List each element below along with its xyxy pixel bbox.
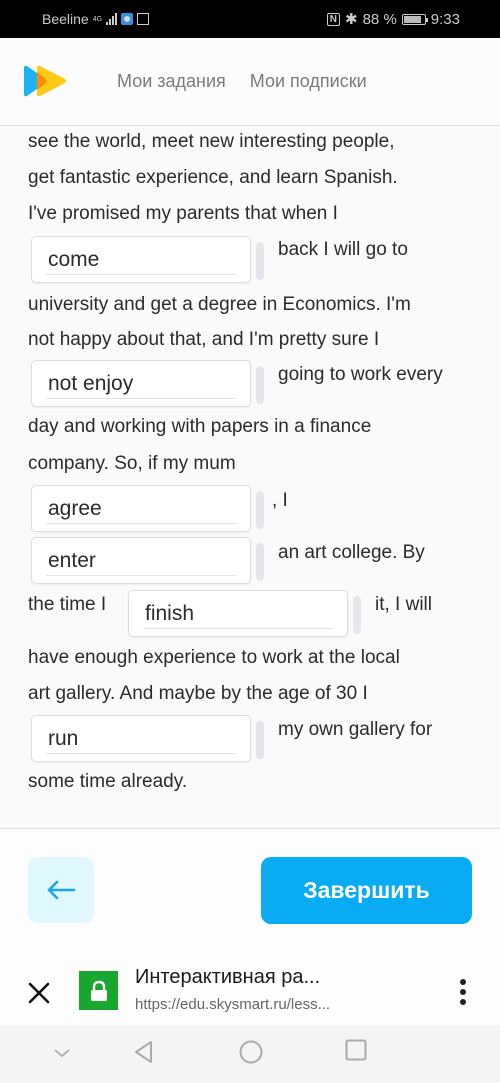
text-line: not happy about that, and I'm pretty sur…: [28, 329, 380, 350]
text-line: get fantastic experience, and learn Span…: [28, 167, 398, 188]
text-line: some time already.: [28, 771, 188, 792]
drag-handle[interactable]: [256, 543, 264, 581]
gap-field: [31, 715, 251, 762]
answer-input-4[interactable]: [46, 546, 236, 576]
answer-input-5[interactable]: [143, 599, 333, 629]
text-line: it, I will: [375, 594, 432, 615]
back-nav-icon[interactable]: [132, 1039, 154, 1065]
answer-input-6[interactable]: [46, 724, 236, 754]
clock: 9:33: [430, 10, 460, 28]
lock-icon: [90, 980, 107, 1001]
text-line: the time I: [28, 594, 107, 615]
recents-nav-icon[interactable]: [345, 1039, 367, 1061]
text-line: an art college. By: [278, 542, 425, 563]
security-app-icon: [121, 13, 134, 25]
gap-field: [128, 590, 348, 637]
page-url[interactable]: https://edu.skysmart.ru/less...: [135, 996, 330, 1013]
drag-handle[interactable]: [256, 721, 264, 759]
text-line: going to work every: [278, 364, 443, 385]
text-line: I've promised my parents that when I: [28, 203, 338, 224]
nfc-icon: N: [326, 12, 341, 26]
text-line: back I will go to: [278, 239, 408, 260]
drag-handle[interactable]: [256, 491, 264, 529]
text-line: company. So, if my mum: [28, 453, 236, 474]
browser-toolbar: Интерактивная ра... https://edu.skysmart…: [0, 939, 500, 1025]
more-options-icon[interactable]: [457, 979, 469, 1005]
text-line: see the world, meet new interesting peop…: [28, 131, 395, 152]
text-line: art gallery. And maybe by the age of 30 …: [28, 683, 368, 704]
gap-field: [31, 537, 251, 584]
text-line: university and get a degree in Economics…: [28, 294, 411, 315]
nav-my-subscriptions[interactable]: Мои подписки: [250, 71, 367, 92]
gap-field: [31, 485, 251, 532]
network-type: 4G: [92, 15, 103, 23]
nav-my-tasks[interactable]: Мои задания: [117, 71, 226, 92]
home-nav-icon[interactable]: [238, 1039, 264, 1065]
text-line: , I: [272, 490, 288, 511]
signal-icon: [106, 13, 118, 25]
drag-handle[interactable]: [353, 596, 361, 634]
action-bar: Завершить: [0, 829, 500, 939]
page-title: Интерактивная ра...: [135, 966, 321, 988]
gap-field: [31, 236, 251, 283]
arrow-left-icon: [47, 880, 76, 900]
status-bar: Beeline 4G N ✱ 88 % 9:33: [0, 0, 500, 38]
answer-input-1[interactable]: [46, 245, 236, 275]
answer-input-2[interactable]: [46, 369, 236, 399]
drag-handle[interactable]: [256, 366, 264, 404]
battery-icon: [401, 13, 428, 25]
secure-site-badge[interactable]: [79, 971, 118, 1010]
text-line: my own gallery for: [278, 719, 433, 740]
system-nav-bar: [0, 1025, 500, 1083]
drag-handle[interactable]: [256, 242, 264, 280]
text-line: have enough experience to work at the lo…: [28, 647, 400, 668]
skysmart-logo[interactable]: [22, 65, 68, 97]
notification-icon: [137, 13, 150, 25]
app-header: Мои задания Мои подписки: [0, 38, 500, 126]
gap-field: [31, 360, 251, 407]
exercise-content: see the world, meet new interesting peop…: [0, 126, 500, 828]
chevron-down-icon[interactable]: [52, 1047, 72, 1059]
carrier-name: Beeline: [42, 11, 89, 27]
back-button[interactable]: [28, 857, 94, 923]
finish-button[interactable]: Завершить: [261, 857, 472, 924]
battery-percent: 88 %: [362, 10, 397, 28]
bluetooth-icon: ✱: [345, 11, 358, 28]
header-nav: Мои задания Мои подписки: [117, 71, 367, 92]
close-icon[interactable]: [27, 981, 51, 1005]
text-line: day and working with papers in a finance: [28, 416, 372, 437]
answer-input-3[interactable]: [46, 494, 236, 524]
